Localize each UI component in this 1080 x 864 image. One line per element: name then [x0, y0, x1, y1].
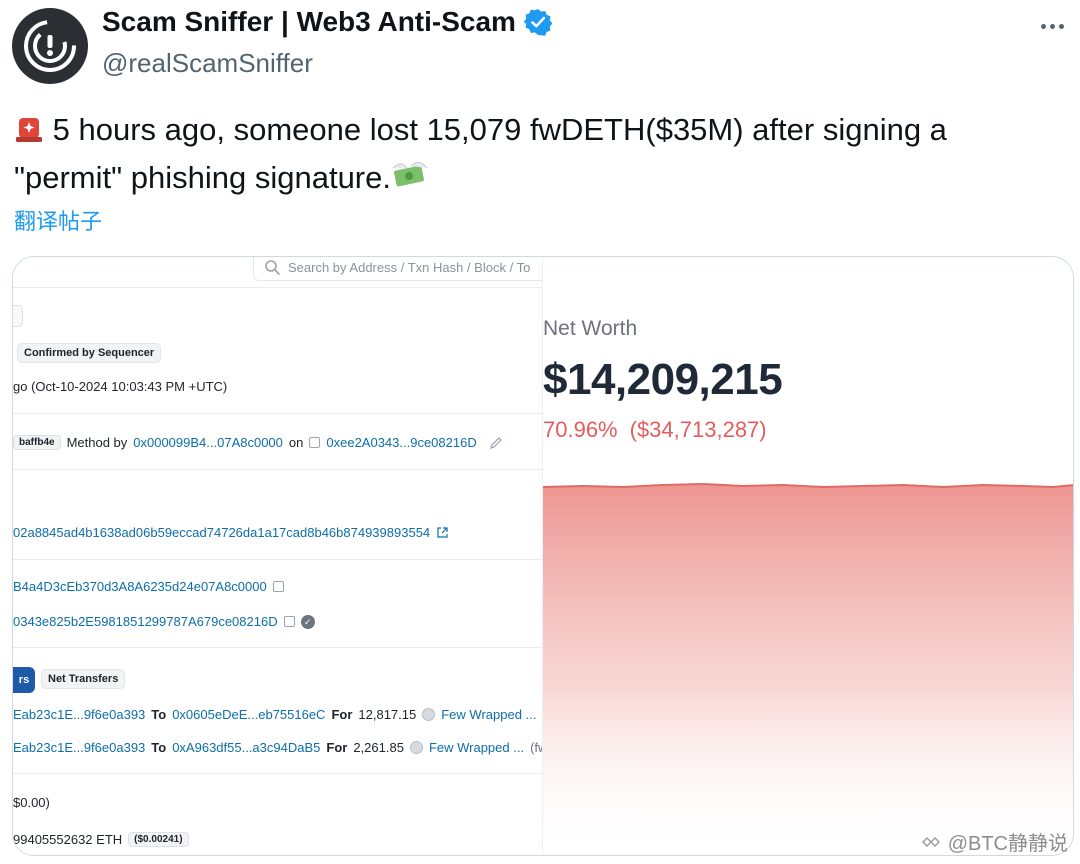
weibo-watermark-icon [921, 836, 940, 847]
money-wings-icon [391, 160, 429, 204]
transfer-from-link[interactable]: Eab23c1E...9f6e0a393 [13, 707, 145, 722]
net-worth-value: $14,209,215 [543, 355, 783, 404]
verified-contract-icon: ✓ [300, 614, 315, 629]
fee-amount: 99405552632 ETH [13, 832, 123, 847]
external-link-icon[interactable] [436, 526, 449, 539]
method-contract-link[interactable]: 0xee2A0343...9ce08216D [326, 435, 476, 450]
tweet-text: 5 hours ago, someone lost 15,079 fwDETH(… [14, 108, 1054, 204]
divider [13, 287, 542, 288]
contract-file-icon [309, 437, 321, 448]
tweet-image-card[interactable]: Search by Address / Txn Hash / Block / T… [12, 256, 1074, 856]
divider [13, 559, 542, 560]
watermark: @BTC静静说 [920, 827, 1068, 856]
author-handle[interactable]: @realScamSniffer [102, 48, 313, 79]
value-text: $0.00) [13, 795, 50, 810]
net-worth-panel: Net Worth $14,209,215 70.96% ($34,713,28… [543, 257, 1073, 855]
txn-hash-link[interactable]: 02a8845ad4b1638ad06b59eccad74726da1a17ca… [13, 525, 430, 540]
method-label: Method by [66, 435, 128, 450]
watermark-text: @BTC静静说 [947, 833, 1068, 855]
txn-hash-row: 02a8845ad4b1638ad06b59eccad74726da1a17ca… [13, 525, 449, 540]
change-percent: 70.96% [543, 417, 618, 442]
fee-row: 99405552632 ETH ($0.00241) [13, 832, 189, 847]
from-address-link[interactable]: B4a4D3cEb370d3A8A6235d24e07A8c0000 [13, 579, 267, 594]
divider [13, 413, 542, 414]
transfer-to-link[interactable]: 0x0605eDeE...eb75516eC [172, 707, 325, 722]
more-options-button[interactable] [1036, 18, 1068, 34]
to-address-row: 0343e825b2E5981851299787A679ce08216D ✓ [13, 614, 315, 629]
tweet-line-2: "permit" phishing signature. [14, 160, 391, 195]
transfer-amount: 12,817.15 [358, 707, 417, 722]
net-worth-label: Net Worth [543, 317, 638, 340]
siren-icon [14, 112, 44, 156]
copy-icon[interactable] [272, 581, 284, 592]
net-worth-area-chart [543, 482, 1073, 855]
token-icon [422, 708, 436, 721]
explorer-screenshot: Search by Address / Txn Hash / Block / T… [13, 257, 543, 855]
transfer-row: Eab23c1E...9f6e0a393 To 0xA963df55...a3c… [13, 740, 542, 755]
method-row: baffb4e Method by 0x000099B4...07A8c0000… [13, 435, 503, 450]
divider [13, 469, 542, 470]
transfer-from-link[interactable]: Eab23c1E...9f6e0a393 [13, 740, 145, 755]
net-worth-area [543, 484, 1073, 855]
on-label: on [288, 435, 304, 450]
for-label: For [331, 707, 353, 722]
timestamp: go (Oct-10-2024 10:03:43 PM +UTC) [13, 379, 228, 394]
nav-button-partial[interactable] [13, 305, 23, 327]
for-label: For [326, 740, 348, 755]
verified-badge-icon [523, 9, 552, 36]
avatar[interactable] [12, 8, 88, 84]
explorer-search-input[interactable]: Search by Address / Txn Hash / Block / T… [253, 257, 542, 281]
to-label: To [151, 740, 167, 755]
search-placeholder: Search by Address / Txn Hash / Block / T… [288, 259, 531, 275]
net-worth-change: 70.96% ($34,713,287) [543, 417, 767, 443]
method-caller-link[interactable]: 0x000099B4...07A8c0000 [133, 435, 283, 450]
tab-net-transfers[interactable]: Net Transfers [41, 669, 126, 689]
token-symbol-partial: (fw [530, 740, 542, 755]
to-address-link[interactable]: 0343e825b2E5981851299787A679ce08216D [13, 614, 278, 629]
transfer-row: Eab23c1E...9f6e0a393 To 0x0605eDeE...eb7… [13, 707, 542, 722]
divider [13, 647, 542, 648]
more-dot-icon [1049, 23, 1055, 29]
author-name-line: Scam Sniffer | Web3 Anti-Scam [102, 6, 552, 38]
copy-icon[interactable] [283, 616, 295, 627]
change-usd: ($34,713,287) [629, 417, 767, 442]
from-address-row: B4a4D3cEb370d3A8A6235d24e07A8c0000 [13, 579, 284, 594]
divider [13, 773, 542, 774]
author-name[interactable]: Scam Sniffer | Web3 Anti-Scam [102, 6, 516, 38]
token-icon [409, 741, 423, 754]
to-label: To [151, 707, 167, 722]
tab-transfers[interactable]: rs [13, 667, 35, 693]
translate-post-link[interactable]: 翻译帖子 [14, 204, 102, 236]
more-dot-icon [1040, 23, 1046, 29]
search-icon [265, 260, 280, 275]
transfer-amount: 2,261.85 [353, 740, 404, 755]
token-link[interactable]: Few Wrapped ... [429, 740, 524, 755]
more-dot-icon [1058, 23, 1064, 29]
status-badge: Confirmed by Sequencer [17, 343, 162, 363]
token-link[interactable]: Few Wrapped ... [441, 707, 536, 722]
method-id-badge: baffb4e [13, 435, 61, 450]
edit-pencil-icon[interactable] [489, 436, 503, 450]
tweet-line-1: 5 hours ago, someone lost 15,079 fwDETH(… [44, 112, 947, 147]
scam-sniffer-logo-icon [24, 20, 76, 72]
fee-usd-badge: ($0.00241) [128, 832, 189, 847]
transfer-to-link[interactable]: 0xA963df55...a3c94DaB5 [172, 740, 320, 755]
